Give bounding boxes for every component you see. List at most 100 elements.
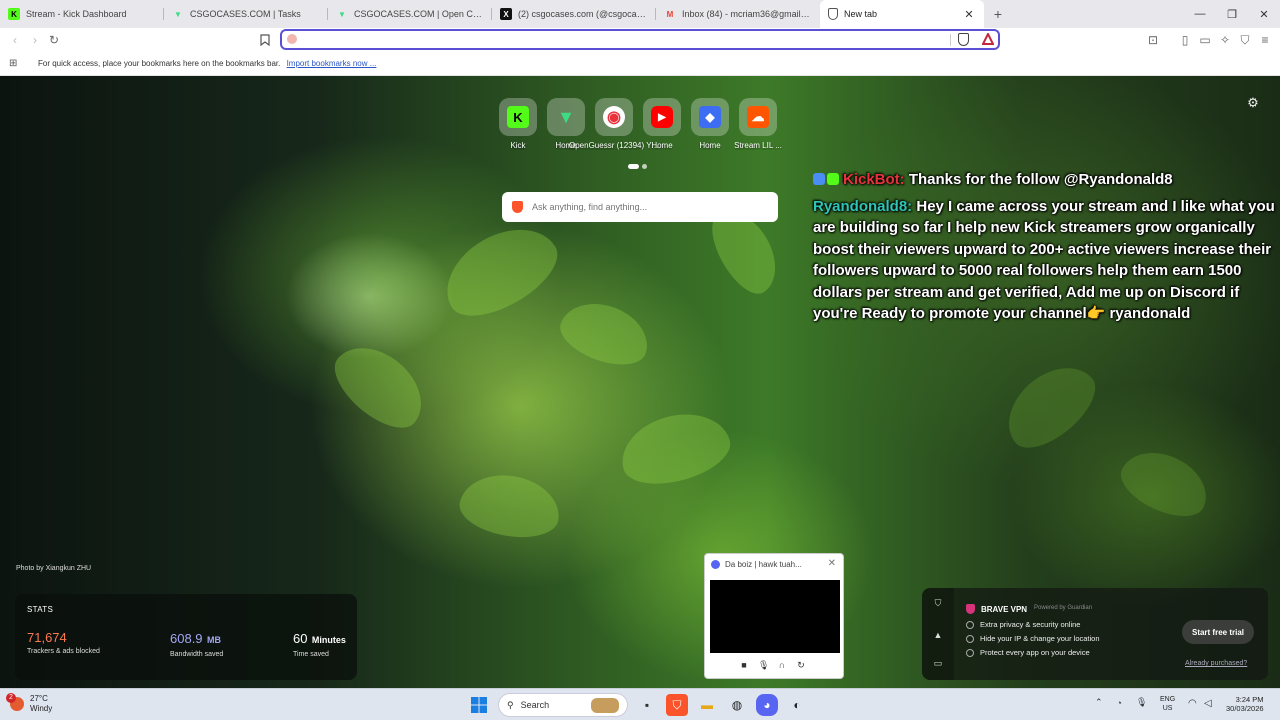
vpn-title-text: BRAVE VPN bbox=[981, 604, 1028, 614]
cards-rail-icon[interactable]: ▭ bbox=[933, 658, 943, 668]
top-site-label: Home bbox=[651, 141, 673, 150]
discord-taskbar-icon[interactable]: ◕ bbox=[756, 694, 778, 716]
kick-icon: K bbox=[8, 8, 20, 20]
temperature: 27°C bbox=[30, 694, 48, 703]
leave-call-icon[interactable]: ↻ bbox=[796, 660, 806, 670]
vpn-shield-icon[interactable]: ⛉ bbox=[1237, 32, 1253, 48]
address-input[interactable] bbox=[302, 32, 942, 47]
taskbar-apps: ⚲ Search ▪ ⛉ ▬ ◍ ◕ ◐ bbox=[468, 693, 808, 717]
tab-new-tab[interactable]: New tab ✕ bbox=[820, 0, 984, 28]
system-tray: ⌃ ◔ 🎙 bbox=[1095, 697, 1147, 708]
start-free-trial-button[interactable]: Start free trial bbox=[1182, 620, 1254, 644]
chat-text: Thanks for the follow @Ryandonald8 bbox=[904, 171, 1173, 188]
top-sites: K Kick ▼ Home ◉ OpenGuessr (12394) Yo...… bbox=[498, 98, 782, 150]
wallet-icon[interactable]: ▭ bbox=[1197, 32, 1213, 48]
microphone-icon[interactable]: 🎙 bbox=[758, 660, 769, 670]
windows-start-icon[interactable] bbox=[468, 694, 490, 716]
top-site-roblox[interactable]: ◆ Home bbox=[690, 98, 730, 150]
vpn-feature: Hide your IP & change your location bbox=[966, 634, 1100, 643]
vpn-shield-icon bbox=[966, 604, 975, 614]
task-view-icon[interactable]: ▪ bbox=[636, 694, 658, 716]
brave-search-icon bbox=[512, 201, 523, 213]
discord-call-popout: Da boiz | hawk tuah... ✕ ■ 🎙 ∩ ↻ bbox=[704, 553, 844, 679]
wifi-icon[interactable]: ◠ bbox=[1188, 698, 1197, 709]
apps-grid-icon[interactable]: ⊞ bbox=[9, 58, 17, 69]
time-label: Time saved bbox=[293, 651, 329, 658]
top-site-youtube[interactable]: ▶ Home bbox=[642, 98, 682, 150]
camera-icon[interactable]: ■ bbox=[739, 660, 749, 670]
new-tab-button[interactable]: + bbox=[984, 0, 1012, 28]
brave-shields-icon[interactable] bbox=[958, 33, 969, 46]
tab-csgocases-tasks[interactable]: ▼ CSGOCASES.COM | Tasks bbox=[164, 0, 328, 28]
tray-overflow-icon[interactable]: ⌃ bbox=[1095, 697, 1103, 708]
chat-message: Ryandonald8: Hey I came across your stre… bbox=[813, 196, 1275, 325]
minimize-icon[interactable]: — bbox=[1184, 0, 1216, 28]
tab-title: Inbox (84) - mcriam36@gmail.com bbox=[682, 9, 812, 19]
language-indicator[interactable]: ENG US bbox=[1160, 695, 1175, 713]
import-bookmarks-link[interactable]: Import bookmarks now ... bbox=[287, 59, 377, 68]
vpn-rail-icon[interactable]: ⛉ bbox=[933, 598, 943, 608]
stream-chat-overlay: KickBot: Thanks for the follow @Ryandona… bbox=[813, 169, 1275, 325]
brave-taskbar-icon[interactable]: ⛉ bbox=[666, 694, 688, 716]
address-bar[interactable] bbox=[280, 29, 1000, 50]
csgocases-icon: ▼ bbox=[338, 9, 346, 19]
stat-trackers: 71,674 Trackers & ads blocked bbox=[27, 630, 100, 655]
clock[interactable]: 3:24 PM 30/03/2026 bbox=[1226, 695, 1264, 713]
back-icon[interactable]: ‹ bbox=[7, 32, 23, 48]
pager-dot[interactable] bbox=[642, 164, 647, 169]
rewards-rail-icon[interactable]: ▲ bbox=[933, 630, 943, 640]
widget-rail: ⛉ ▲ ▭ bbox=[922, 588, 954, 680]
bandwidth-label: Bandwidth saved bbox=[170, 651, 224, 658]
already-purchased-link[interactable]: Already purchased? bbox=[1185, 660, 1247, 667]
top-site-soundcloud[interactable]: ☁ Stream LIL ... bbox=[734, 98, 782, 150]
vpn-feature-text: Extra privacy & security online bbox=[980, 620, 1081, 629]
soundcloud-icon: ☁ bbox=[747, 106, 769, 128]
sparkle-icon[interactable]: ✧ bbox=[1217, 32, 1233, 48]
tray-app-icon[interactable]: ◔ bbox=[1117, 698, 1122, 708]
reload-icon[interactable]: ↻ bbox=[46, 32, 62, 48]
obs-icon[interactable]: ◍ bbox=[726, 694, 748, 716]
file-explorer-icon[interactable]: ▬ bbox=[696, 694, 718, 716]
youtube-icon: ▶ bbox=[651, 106, 673, 128]
discord-icon bbox=[711, 560, 720, 569]
brave-rewards-icon[interactable] bbox=[982, 33, 994, 45]
site-info-icon[interactable] bbox=[287, 34, 297, 44]
microphone-tray-icon[interactable]: 🎙 bbox=[1136, 697, 1147, 708]
tab-x-csgocases[interactable]: X (2) csgocases.com (@csgocasescom) bbox=[492, 0, 656, 28]
weather-widget[interactable]: 2 27°C Windy bbox=[6, 693, 52, 714]
headphones-icon[interactable]: ∩ bbox=[777, 660, 787, 670]
volume-icon[interactable]: ◁ bbox=[1204, 698, 1212, 709]
photo-credit[interactable]: Photo by Xiangkun ZHU bbox=[16, 565, 91, 572]
top-site-label: Home bbox=[699, 141, 721, 150]
tab-kick-dashboard[interactable]: K Stream - Kick Dashboard bbox=[0, 0, 164, 28]
top-sites-pager[interactable] bbox=[628, 164, 647, 169]
close-window-icon[interactable]: ✕ bbox=[1248, 0, 1280, 28]
clock-time: 3:24 PM bbox=[1235, 695, 1264, 704]
popout-header[interactable]: Da boiz | hawk tuah... bbox=[711, 560, 802, 569]
background-leaf bbox=[613, 402, 737, 495]
search-icon: ⚲ bbox=[507, 699, 514, 710]
tab-gmail-inbox[interactable]: M Inbox (84) - mcriam36@gmail.com bbox=[656, 0, 820, 28]
search-input[interactable] bbox=[532, 200, 762, 214]
steam-icon[interactable]: ◐ bbox=[786, 694, 808, 716]
close-tab-icon[interactable]: ✕ bbox=[962, 8, 976, 21]
close-popout-icon[interactable]: ✕ bbox=[828, 558, 836, 569]
tab-csgocases-open[interactable]: ▼ CSGOCASES.COM | Open CS2 Cases bbox=[328, 0, 492, 28]
video-area[interactable] bbox=[710, 580, 840, 653]
taskbar-search[interactable]: ⚲ Search bbox=[498, 693, 628, 717]
kick-icon: K bbox=[507, 106, 529, 128]
bookmark-icon[interactable] bbox=[257, 32, 273, 48]
restore-icon[interactable]: ❐ bbox=[1216, 0, 1248, 28]
vpn-feature-text: Hide your IP & change your location bbox=[980, 634, 1100, 643]
new-tab-search-box[interactable] bbox=[502, 192, 778, 222]
pager-dot-active[interactable] bbox=[628, 164, 639, 169]
top-site-openguessr[interactable]: ◉ OpenGuessr (12394) Yo... bbox=[569, 98, 659, 150]
check-icon bbox=[966, 620, 974, 629]
customize-gear-icon[interactable]: ⚙ bbox=[1246, 96, 1260, 110]
sidebar-icon[interactable]: ▯ bbox=[1177, 32, 1193, 48]
top-site-kick[interactable]: K Kick bbox=[498, 98, 538, 150]
leo-ai-icon[interactable]: ⊡ bbox=[1145, 32, 1161, 48]
forward-icon[interactable]: › bbox=[27, 32, 43, 48]
vpn-powered-by: Powered by Guardian bbox=[1034, 605, 1093, 611]
menu-icon[interactable]: ≡ bbox=[1257, 32, 1273, 48]
